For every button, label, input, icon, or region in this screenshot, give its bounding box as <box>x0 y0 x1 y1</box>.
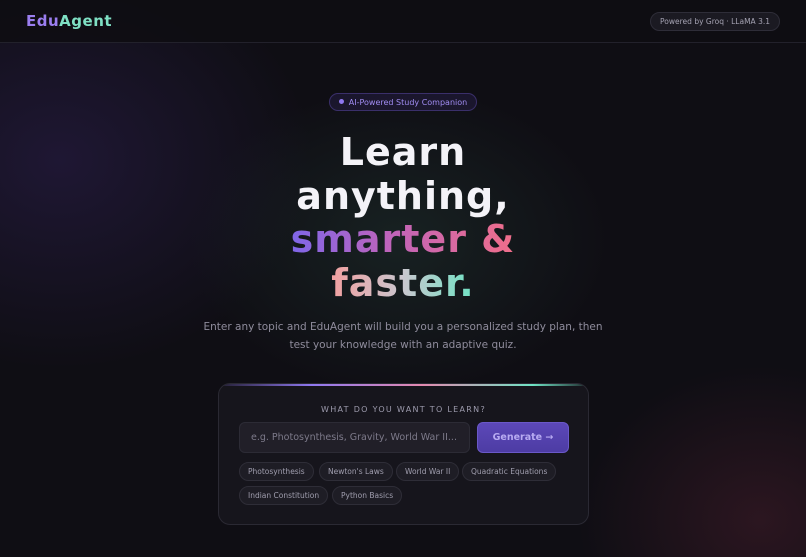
headline-line-1: Learn <box>339 130 467 174</box>
chip-quadratic-equations[interactable]: Quadratic Equations <box>462 462 557 481</box>
generate-button[interactable]: Generate → <box>477 422 569 453</box>
chip-photosynthesis[interactable]: Photosynthesis <box>239 462 314 481</box>
card-top-glow <box>219 384 588 386</box>
chip-world-war-ii[interactable]: World War II <box>396 462 460 481</box>
chip-newtons-laws[interactable]: Newton's Laws <box>319 462 393 481</box>
headline-gradient-1: smarter & <box>290 217 516 261</box>
topic-input[interactable] <box>239 422 470 453</box>
badge-dot-icon <box>338 99 344 104</box>
logo[interactable]: EduAgent <box>26 12 112 30</box>
hero-headline: Learn anything, smarter & faster. <box>0 130 806 306</box>
chip-python-basics[interactable]: Python Basics <box>332 486 403 505</box>
headline-line-3: smarter & <box>0 217 806 262</box>
top-bar: EduAgent Powered by Groq · LLaMA 3.1 <box>0 0 806 43</box>
topic-card: WHAT DO YOU WANT TO LEARN? Generate → Ph… <box>218 383 589 525</box>
badge-label: AI-Powered Study Companion <box>348 98 468 107</box>
headline-gradient-2: faster. <box>331 260 475 305</box>
topic-label: WHAT DO YOU WANT TO LEARN? <box>320 405 486 414</box>
hero-subtitle: Enter any topic and EduAgent will build … <box>203 321 603 351</box>
powered-by-badge: Powered by Groq · LLaMA 3.1 <box>650 12 780 31</box>
logo-part-agent: Agent <box>59 12 113 30</box>
logo-part-edu: Edu <box>26 12 60 30</box>
chip-indian-constitution[interactable]: Indian Constitution <box>239 486 329 505</box>
hero-badge: AI-Powered Study Companion <box>329 93 477 111</box>
headline-line-4: faster. <box>0 260 806 306</box>
headline-line-2: anything, <box>296 173 510 218</box>
